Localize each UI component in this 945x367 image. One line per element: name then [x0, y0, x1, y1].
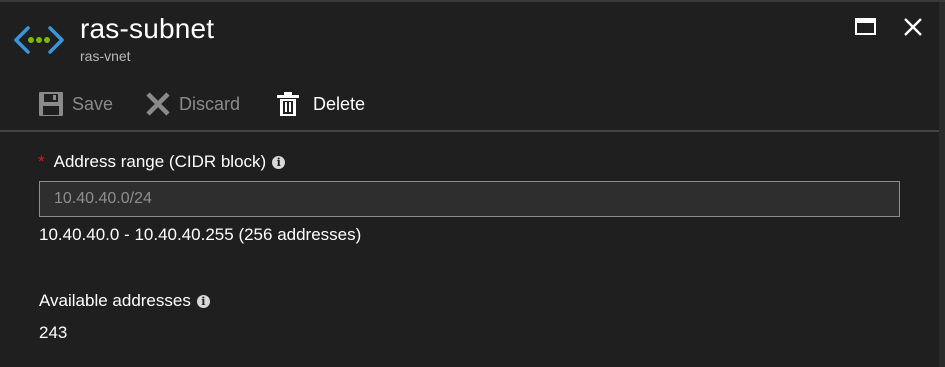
info-icon[interactable]: i	[272, 155, 286, 169]
discard-label: Discard	[179, 93, 241, 114]
delete-button[interactable]: Delete	[275, 84, 365, 124]
info-icon[interactable]: i	[196, 294, 210, 308]
save-button[interactable]: Save	[38, 84, 113, 124]
save-icon	[39, 92, 63, 116]
address-range-label: * Address range (CIDR block) i	[38, 151, 286, 173]
trash-icon	[277, 92, 299, 116]
address-range-summary: 10.40.40.0 - 10.40.40.255 (256 addresses…	[39, 225, 362, 244]
delete-label: Delete	[313, 93, 366, 114]
available-addresses-value: 243	[39, 323, 68, 342]
blade-edge	[939, 0, 945, 367]
blade-title: ras-subnet	[80, 13, 215, 44]
close-icon[interactable]	[900, 14, 926, 40]
command-bar: Save Discard Delete	[0, 84, 939, 124]
available-addresses-label: Available addresses i	[39, 290, 210, 312]
address-range-input[interactable]	[39, 181, 900, 217]
blade-subtitle: ras-vnet	[80, 48, 131, 64]
top-border	[0, 0, 945, 2]
maximize-icon[interactable]	[853, 14, 879, 40]
subnet-blade: ras-subnet ras-vnet Save Discard Delete …	[0, 0, 939, 367]
required-marker: *	[38, 152, 45, 171]
subnet-icon	[14, 26, 64, 54]
toolbar-divider	[0, 130, 939, 132]
save-label: Save	[72, 93, 114, 114]
discard-button[interactable]: Discard	[145, 84, 240, 124]
available-addresses-label-text: Available addresses	[39, 291, 191, 310]
address-range-label-text: Address range (CIDR block)	[53, 152, 267, 171]
discard-icon	[146, 92, 170, 116]
